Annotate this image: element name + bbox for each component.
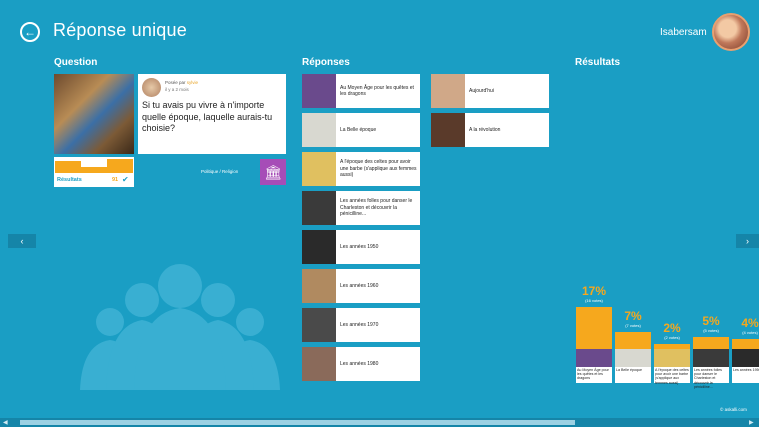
page-title: Réponse unique xyxy=(53,20,187,40)
result-votes: (7 votes) xyxy=(625,322,641,328)
result-votes: (16 votes) xyxy=(585,297,603,303)
result-tile[interactable]: La Belle époque xyxy=(615,349,651,383)
result-label: Les années folles pour danser le Charles… xyxy=(694,368,722,389)
result-thumbnail xyxy=(654,349,690,367)
result-tile[interactable]: Les années 1950 xyxy=(732,349,759,383)
scroll-right-icon[interactable]: ▶ xyxy=(749,419,754,426)
answer-label: Au Moyen Âge pour les quêtes et les drag… xyxy=(340,84,414,98)
section-results-heading: Résultats xyxy=(575,57,621,68)
section-answers-heading: Réponses xyxy=(302,57,350,68)
answer-label: Les années 1950 xyxy=(340,243,379,250)
answer-thumbnail xyxy=(302,191,336,225)
check-icon: ✔ xyxy=(122,175,129,184)
result-thumbnail xyxy=(693,349,729,367)
back-button[interactable]: ← xyxy=(20,22,40,42)
answer-thumbnail xyxy=(302,74,336,108)
answer-thumbnail xyxy=(431,113,465,147)
category-label: Politique / Religion xyxy=(201,169,239,174)
category-button[interactable]: 🏛 xyxy=(260,159,286,185)
results-count: 91 xyxy=(112,177,119,183)
result-tile[interactable]: A l'époque des celtes pour avoir une bar… xyxy=(654,349,690,385)
result-bar xyxy=(693,336,729,349)
result-bar xyxy=(576,306,612,349)
answer-item[interactable]: Les années 1980 xyxy=(302,347,420,381)
question-image xyxy=(54,74,134,154)
answer-label: Les années 1970 xyxy=(340,321,379,328)
result-label: Au Moyen Âge pour les quêtes et les drag… xyxy=(577,368,609,381)
result-tile[interactable]: Les années folles pour danser le Charles… xyxy=(693,349,729,389)
post-time: il y a 2 mois xyxy=(165,87,189,92)
answer-thumbnail xyxy=(302,113,336,147)
answer-item[interactable]: Au Moyen Âge pour les quêtes et les drag… xyxy=(302,74,420,108)
answer-label: Les années folles pour danser le Charles… xyxy=(340,198,413,218)
result-tile[interactable]: Au Moyen Âge pour les quêtes et les drag… xyxy=(576,349,612,383)
crowd-illustration xyxy=(80,264,280,390)
answer-label: Les années 1960 xyxy=(340,282,379,289)
result-percent: 4% xyxy=(741,316,759,330)
results-mini-chart xyxy=(55,158,133,173)
answer-item[interactable]: Aujourd'hui xyxy=(431,74,549,108)
result-votes: (5 votes) xyxy=(703,327,719,333)
answer-thumbnail xyxy=(431,74,465,108)
result-thumbnail xyxy=(576,349,612,367)
results-button[interactable]: Résultats 91 ✔ xyxy=(54,157,134,187)
answer-label: A l'époque des celtes pour avoir une bar… xyxy=(340,159,417,179)
chevron-right-icon: › xyxy=(746,236,749,246)
author-link[interactable]: sylvie xyxy=(187,80,198,85)
posted-by: Posée par sylvie xyxy=(165,80,199,85)
result-percent: 2% xyxy=(663,321,681,335)
answer-item[interactable]: Les années 1950 xyxy=(302,230,420,264)
result-label: Les années 1950 xyxy=(733,368,759,372)
answer-item[interactable]: A l'époque des celtes pour avoir une bar… xyxy=(302,152,420,186)
username[interactable]: Isabersam xyxy=(660,27,707,38)
answer-label: La Belle époque xyxy=(340,126,377,133)
copyright: © askalli.com xyxy=(720,407,747,412)
section-question-heading: Question xyxy=(54,57,98,68)
answer-item[interactable]: La Belle époque xyxy=(302,113,420,147)
result-thumbnail xyxy=(732,349,759,367)
user-avatar[interactable] xyxy=(712,13,750,51)
question-text: Si tu avais pu vivre à n'importe quelle … xyxy=(142,100,273,133)
result-bar xyxy=(615,331,651,349)
answer-thumbnail xyxy=(302,347,336,381)
chevron-left-icon: ‹ xyxy=(20,236,24,246)
prev-button[interactable]: ‹ xyxy=(8,234,36,248)
answer-label: Aujourd'hui xyxy=(469,87,494,94)
result-percent: 7% xyxy=(624,308,642,323)
answer-item[interactable]: A la révolution xyxy=(431,113,549,147)
result-label: La Belle époque xyxy=(616,368,642,372)
answer-item[interactable]: Les années folles pour danser le Charles… xyxy=(302,191,420,225)
institution-icon: 🏛 xyxy=(264,163,282,180)
question-card: Posée par sylvie il y a 2 mois Si tu ava… xyxy=(138,74,286,154)
result-thumbnail xyxy=(615,349,651,367)
answer-thumbnail xyxy=(302,152,336,186)
result-percent: 17% xyxy=(581,283,607,298)
answer-item[interactable]: Les années 1960 xyxy=(302,269,420,303)
answer-thumbnail xyxy=(302,230,336,264)
result-percent: 5% xyxy=(702,313,720,328)
answer-label: A la révolution xyxy=(469,126,501,133)
answer-item[interactable]: Les années 1970 xyxy=(302,308,420,342)
answer-thumbnail xyxy=(302,308,336,342)
answer-thumbnail xyxy=(302,269,336,303)
result-votes: (4 votes) xyxy=(742,330,758,335)
result-bar xyxy=(732,339,759,349)
back-arrow-icon: ← xyxy=(24,25,36,39)
results-label: Résultats xyxy=(57,177,82,183)
result-label: A l'époque des celtes pour avoir une bar… xyxy=(655,368,689,385)
answer-label: Les années 1980 xyxy=(340,360,379,367)
scrollbar-thumb[interactable] xyxy=(20,420,575,425)
author-avatar[interactable] xyxy=(142,78,161,97)
next-button[interactable]: › xyxy=(736,234,759,248)
result-votes: (2 votes) xyxy=(664,335,680,340)
scroll-left-icon[interactable]: ◀ xyxy=(3,419,8,426)
